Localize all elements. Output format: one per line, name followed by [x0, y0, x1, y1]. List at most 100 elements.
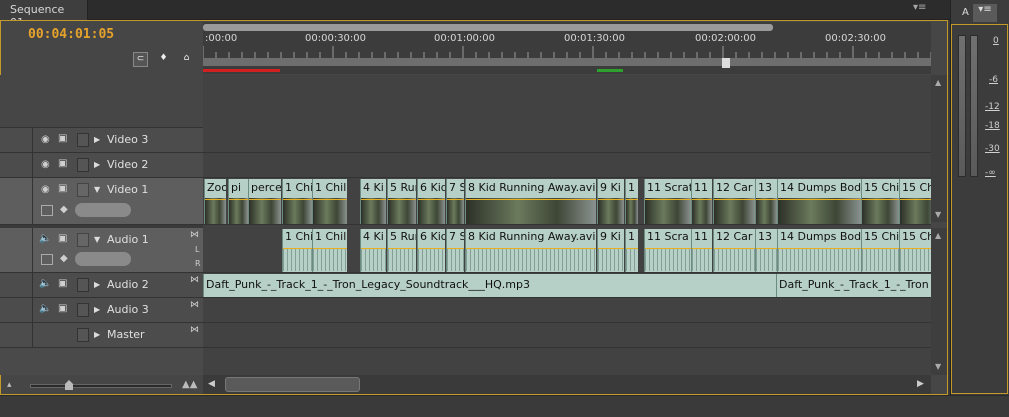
expand-icon[interactable]: ▶: [94, 280, 100, 289]
row-video2[interactable]: [203, 153, 931, 178]
zoom-in-icon[interactable]: ▲▲: [182, 379, 197, 390]
sync-lock-toggle[interactable]: [77, 303, 89, 317]
display-style-icon[interactable]: [41, 254, 53, 265]
sync-lock-toggle[interactable]: [77, 133, 89, 147]
panel-menu-icon[interactable]: ▾≡: [913, 2, 926, 13]
audio-clip[interactable]: 12 Car: [713, 229, 755, 272]
audio-clip[interactable]: 15 Chi: [861, 229, 899, 272]
lock-icon[interactable]: ▣: [58, 278, 67, 289]
row-video3[interactable]: [203, 128, 931, 153]
scroll-down-icon[interactable]: ▼: [935, 210, 941, 219]
audio-clip[interactable]: 4 Ki: [360, 229, 386, 272]
audio-clip[interactable]: 14 Dumps Body: [777, 229, 861, 272]
meter-tab[interactable]: A: [952, 4, 972, 22]
playhead-marker[interactable]: [722, 58, 730, 68]
video-clip[interactable]: 1 Chil: [312, 179, 347, 224]
sync-lock-toggle[interactable]: [77, 328, 89, 342]
audio-clip[interactable]: 11 S: [691, 229, 712, 272]
video-clip[interactable]: 1 Chi: [282, 179, 312, 224]
audio-clip[interactable]: 1 Chil: [312, 229, 347, 272]
audio-clip[interactable]: 7 S: [446, 229, 464, 272]
viewing-area-bar[interactable]: [203, 24, 773, 31]
collapse-icon[interactable]: ▼: [94, 235, 100, 244]
eye-icon[interactable]: ◉: [41, 184, 50, 195]
audio-clip[interactable]: 9 Ki: [597, 229, 624, 272]
display-style-icon[interactable]: [41, 205, 53, 216]
scroll-down-icon[interactable]: ▼: [935, 362, 941, 371]
video-clip[interactable]: 13: [755, 179, 777, 224]
video-clip[interactable]: 4 Ki: [360, 179, 386, 224]
audio-clip[interactable]: 13: [755, 229, 777, 272]
speaker-icon[interactable]: 🔈: [39, 303, 51, 314]
work-area-bar[interactable]: [203, 58, 931, 66]
video-vertical-scrollbar[interactable]: [931, 75, 947, 222]
audio-clip[interactable]: 6 Kid: [417, 229, 445, 272]
video-clip[interactable]: 11 Scrat: [644, 179, 691, 224]
video-clip[interactable]: 5 Rur: [387, 179, 416, 224]
collapse-icon[interactable]: ▼: [94, 185, 100, 194]
video-clip[interactable]: 15 Ch: [899, 179, 931, 224]
keyframe-nav-pill[interactable]: [75, 203, 131, 217]
audio2-clip-daft-punk[interactable]: Daft_Punk_-_Track_1_-_Tron_Legacy_Soundt…: [203, 274, 776, 297]
video-clip[interactable]: 8 Kid Running Away.avi: [465, 179, 596, 224]
expand-icon[interactable]: ▶: [94, 305, 100, 314]
lock-icon[interactable]: ▣: [58, 233, 67, 244]
audio-clip[interactable]: 15 Ch: [899, 229, 931, 272]
sync-lock-toggle[interactable]: [77, 278, 89, 292]
horizontal-scroll-thumb[interactable]: [225, 377, 360, 392]
row-audio3[interactable]: [203, 298, 931, 323]
video-clip[interactable]: 7 S: [446, 179, 464, 224]
scroll-up-icon[interactable]: ▲: [935, 78, 941, 87]
video-clip[interactable]: 15 Chi: [861, 179, 899, 224]
audio2-clip-daft-punk-2[interactable]: Daft_Punk_-_Track_1_-_Tron: [776, 274, 931, 297]
zoom-slider[interactable]: [30, 384, 172, 388]
lock-icon[interactable]: ▣: [58, 303, 67, 314]
audio-clip[interactable]: 5 Rur: [387, 229, 416, 272]
lock-icon[interactable]: ▣: [58, 183, 67, 194]
lock-icon[interactable]: ▣: [58, 158, 67, 169]
audio-clip[interactable]: 1: [625, 229, 638, 272]
snap-icon[interactable]: ⊂: [133, 52, 148, 67]
video-clip[interactable]: 14 Dumps Body: [777, 179, 861, 224]
lock-icon[interactable]: ▣: [58, 133, 67, 144]
video-clip[interactable]: 11 S: [691, 179, 712, 224]
audio-clip[interactable]: 8 Kid Running Away.avi: [465, 229, 596, 272]
sync-icon[interactable]: ⋈: [190, 230, 199, 240]
sync-lock-toggle[interactable]: [77, 158, 89, 172]
expand-icon[interactable]: ▶: [94, 330, 100, 339]
marker-icon[interactable]: ♦: [156, 52, 171, 67]
keyframe-icon[interactable]: ⌂: [179, 52, 194, 67]
row-master[interactable]: [203, 323, 931, 348]
zoom-out-icon[interactable]: ▴: [7, 380, 12, 390]
video-clip[interactable]: 12 Car: [713, 179, 755, 224]
sync-icon[interactable]: ⋈: [190, 300, 199, 310]
video-clip[interactable]: pi: [228, 179, 248, 224]
audio-clip[interactable]: 11 Scra: [644, 229, 691, 272]
scroll-right-icon[interactable]: ▶: [917, 379, 924, 389]
keyframe-toggle-icon[interactable]: ◆: [60, 204, 68, 215]
expand-icon[interactable]: ▶: [94, 135, 100, 144]
scroll-left-icon[interactable]: ◀: [208, 379, 215, 389]
video-clip[interactable]: 1: [625, 179, 638, 224]
sync-icon[interactable]: ⋈: [190, 325, 199, 335]
tab-sequence-01[interactable]: Sequence 01×: [0, 0, 88, 29]
keyframe-nav-pill[interactable]: [75, 252, 131, 266]
eye-icon[interactable]: ◉: [41, 159, 50, 170]
eye-icon[interactable]: ◉: [41, 134, 50, 145]
sync-icon[interactable]: ⋈: [190, 275, 199, 285]
scroll-up-icon[interactable]: ▲: [935, 231, 941, 240]
video-clip[interactable]: 6 Kid: [417, 179, 445, 224]
current-timecode[interactable]: 00:04:01:05: [28, 27, 114, 42]
video-clip[interactable]: Zoo: [204, 179, 226, 224]
keyframe-toggle-icon[interactable]: ◆: [60, 253, 68, 264]
video-clip[interactable]: 9 Ki: [597, 179, 624, 224]
speaker-icon[interactable]: 🔈: [39, 278, 51, 289]
speaker-icon[interactable]: 🔈: [39, 233, 51, 244]
sync-lock-toggle[interactable]: [77, 233, 89, 247]
video-clip[interactable]: perce: [248, 179, 281, 224]
sync-lock-toggle[interactable]: [77, 183, 89, 197]
expand-icon[interactable]: ▶: [94, 160, 100, 169]
meter-menu-icon[interactable]: ▾≡: [973, 4, 997, 22]
audio-vertical-scrollbar[interactable]: [931, 228, 947, 375]
audio-clip[interactable]: 1 Chi: [282, 229, 312, 272]
